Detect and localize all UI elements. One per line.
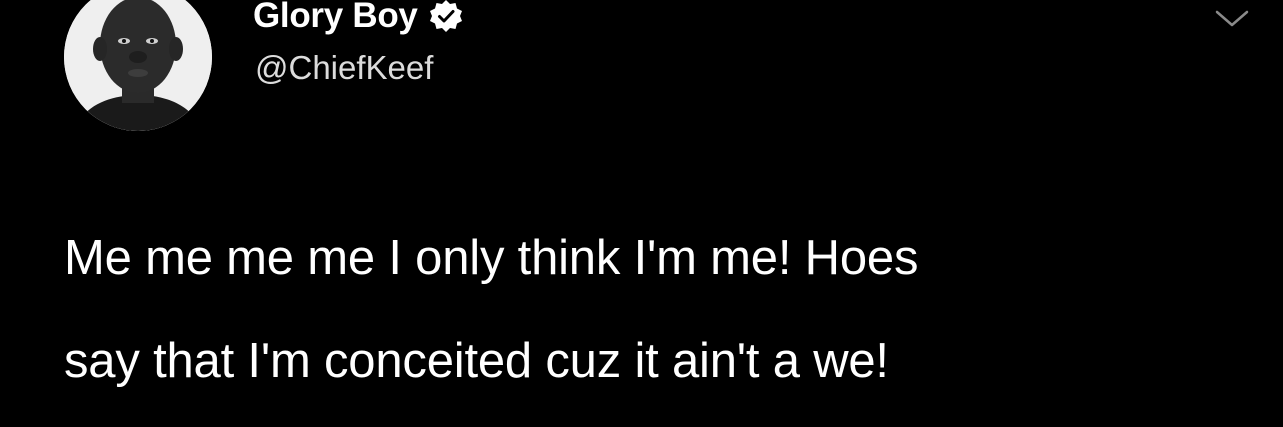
chevron-down-icon	[1215, 10, 1249, 27]
tweet-card: Glory Boy @ChiefKeef Me me me me I only …	[0, 0, 1283, 427]
display-name[interactable]: Glory Boy	[253, 0, 418, 36]
user-handle[interactable]: @ChiefKeef	[255, 49, 433, 87]
avatar[interactable]	[64, 0, 212, 131]
tweet-text: Me me me me I only think I'm me! Hoes sa…	[64, 231, 919, 388]
tweet-menu-button[interactable]	[1210, 4, 1254, 34]
verified-badge-icon	[428, 0, 464, 34]
author-name-row: Glory Boy	[253, 0, 464, 40]
avatar-photo-icon	[64, 0, 212, 131]
